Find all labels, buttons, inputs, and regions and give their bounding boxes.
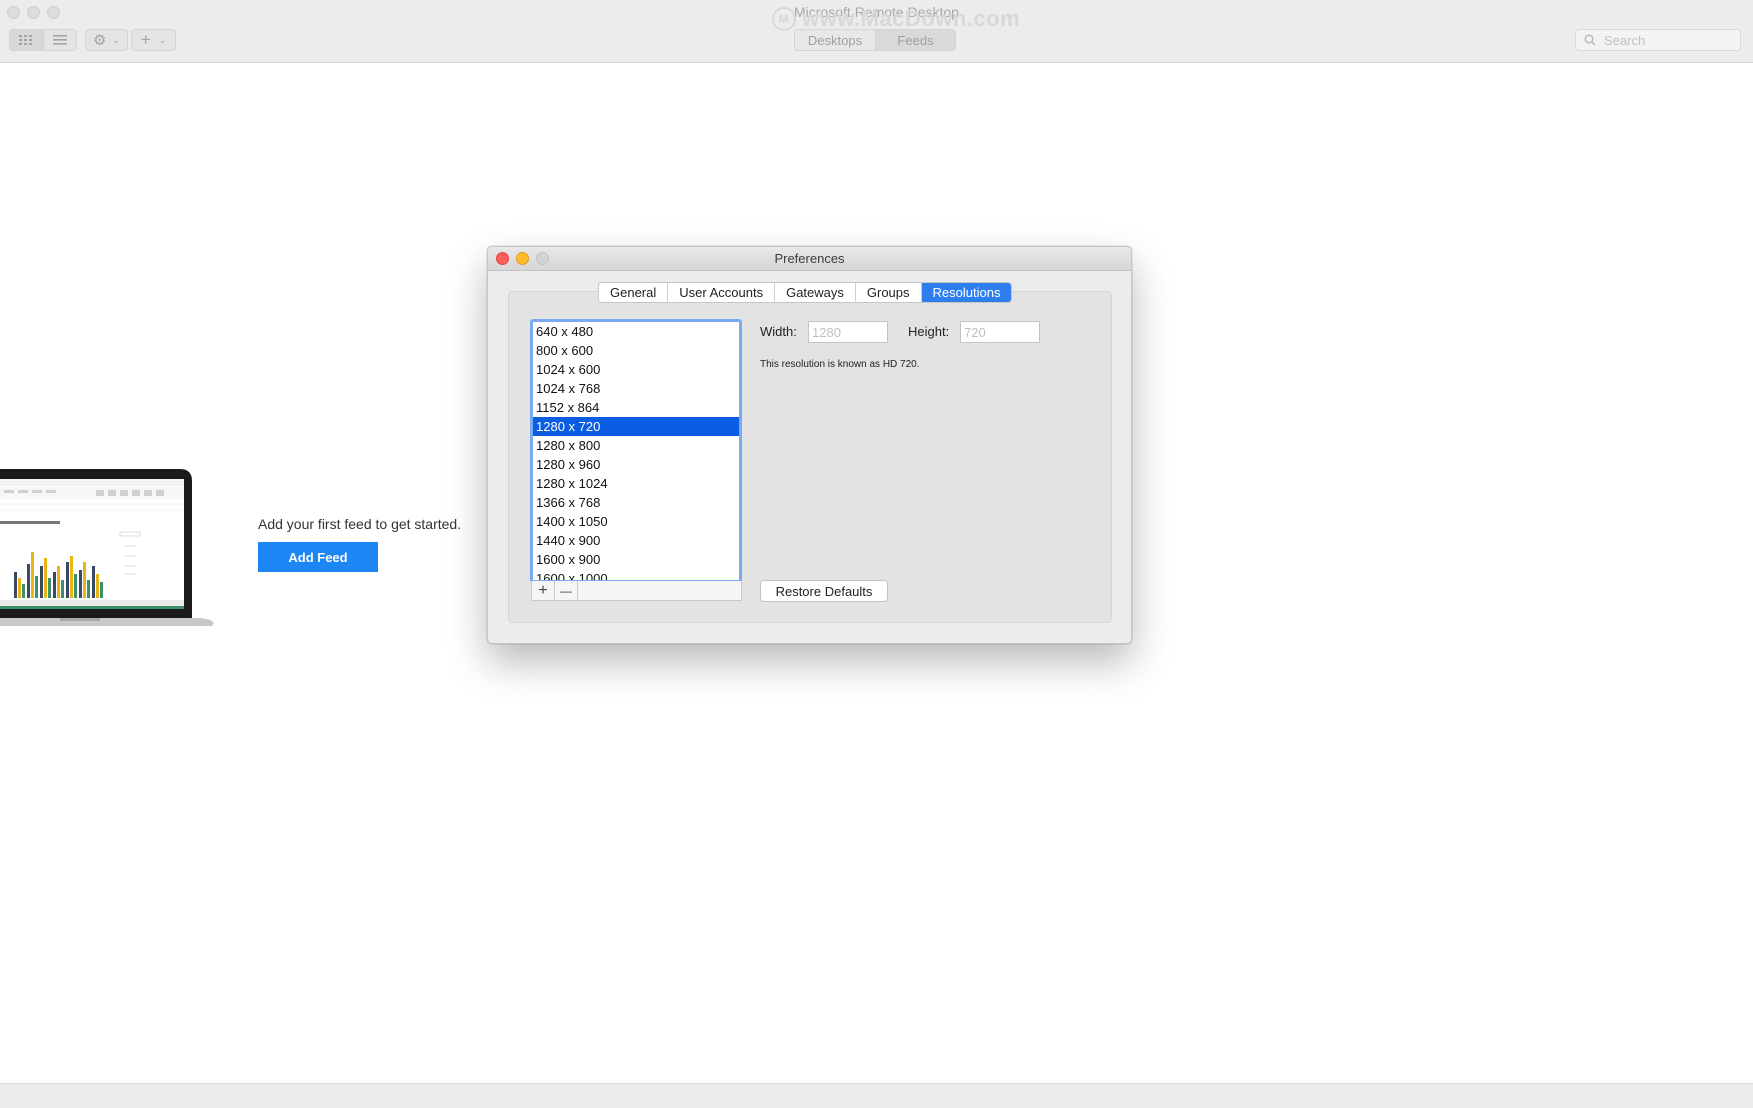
watermark-logo-icon: M (772, 7, 796, 31)
preferences-titlebar: Preferences (488, 247, 1131, 271)
search-icon (1584, 34, 1596, 46)
height-label: Height: (908, 324, 950, 339)
tab-feeds[interactable]: Feeds (876, 30, 955, 50)
preferences-dialog: Preferences General User Accounts Gatewa… (487, 246, 1132, 644)
add-resolution-button[interactable]: + (532, 581, 555, 600)
restore-defaults-button[interactable]: Restore Defaults (760, 580, 888, 602)
zoom-dialog-button[interactable] (536, 252, 549, 265)
tab-general[interactable]: General (599, 283, 669, 302)
tab-user-accounts[interactable]: User Accounts (668, 283, 776, 302)
list-item[interactable]: 1280 x 960 (533, 455, 739, 474)
grid-view-button[interactable] (9, 29, 43, 51)
status-bar (0, 1083, 1753, 1108)
height-field[interactable]: 720 (960, 321, 1040, 343)
chevron-down-icon: ⌄ (112, 34, 120, 45)
list-item[interactable]: 1024 x 600 (533, 360, 739, 379)
list-item[interactable]: 1152 x 864 (533, 398, 739, 417)
width-field[interactable]: 1280 (808, 321, 888, 343)
tab-groups[interactable]: Groups (855, 283, 922, 302)
width-label: Width: (760, 324, 797, 339)
list-item[interactable]: 800 x 600 (533, 341, 739, 360)
gear-icon: ⚙ (93, 32, 107, 49)
add-menu-button[interactable]: + ⌄ (131, 29, 176, 51)
search-placeholder: Search (1604, 32, 1646, 48)
list-item[interactable]: 1440 x 900 (533, 531, 739, 550)
empty-state-message: Add your first feed to get started. (258, 516, 462, 532)
view-switcher: Desktops Feeds (794, 29, 956, 51)
close-dialog-button[interactable] (496, 252, 509, 265)
list-item[interactable]: 640 x 480 (533, 322, 739, 341)
tab-resolutions[interactable]: Resolutions (921, 283, 1012, 302)
list-item[interactable]: 1024 x 768 (533, 379, 739, 398)
list-item-selected[interactable]: 1280 x 720 (533, 417, 739, 436)
chevron-down-icon: ⌄ (158, 34, 167, 45)
tab-desktops[interactable]: Desktops (795, 30, 876, 50)
minimize-dialog-button[interactable] (516, 252, 529, 265)
add-feed-button[interactable]: Add Feed (258, 542, 378, 572)
resolution-note: This resolution is known as HD 720. (760, 359, 920, 370)
list-view-button[interactable] (43, 29, 77, 51)
plus-icon: + (140, 30, 151, 49)
list-toolbar: + — (531, 581, 742, 601)
preferences-tabs: General User Accounts Gateways Groups Re… (598, 282, 1013, 303)
preferences-title: Preferences (774, 251, 845, 266)
list-item[interactable]: 1366 x 768 (533, 493, 739, 512)
settings-menu-button[interactable]: ⚙ ⌄ (85, 29, 128, 51)
grid-icon (19, 35, 32, 45)
list-item[interactable]: 1280 x 800 (533, 436, 739, 455)
list-icon (53, 35, 67, 45)
list-item[interactable]: 1600 x 900 (533, 550, 739, 569)
resolution-list[interactable]: 640 x 480 800 x 600 1024 x 600 1024 x 76… (530, 319, 742, 583)
tab-gateways[interactable]: Gateways (775, 283, 856, 302)
search-field[interactable]: Search (1575, 29, 1741, 51)
list-item[interactable]: 1280 x 1024 (533, 474, 739, 493)
remove-resolution-button[interactable]: — (555, 581, 578, 600)
laptop-illustration (0, 466, 218, 636)
main-titlebar: Microsoft Remote Desktop M www.MacDown.c… (0, 0, 1753, 63)
list-item[interactable]: 1400 x 1050 (533, 512, 739, 531)
